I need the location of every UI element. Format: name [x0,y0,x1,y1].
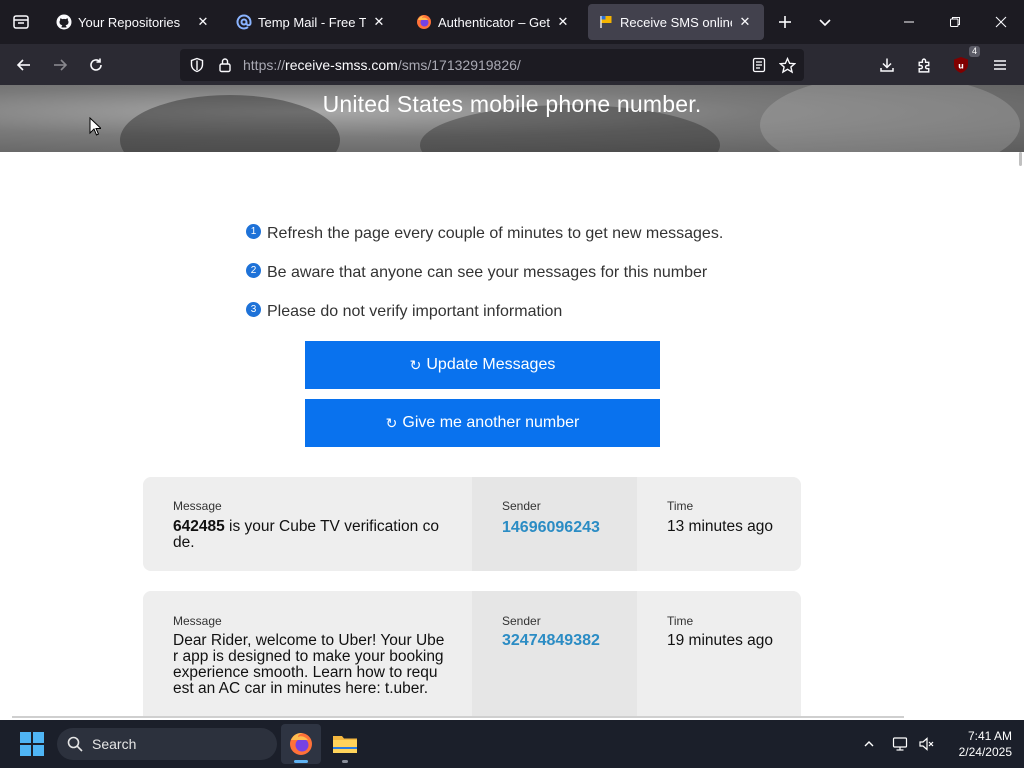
message-time: 19 minutes ago [667,632,773,649]
search-placeholder: Search [92,736,137,752]
time-label: Time [667,614,694,628]
close-tab-icon[interactable]: ✕ [370,13,388,31]
clock-date: 2/24/2025 [958,745,1012,759]
firefox-view-icon[interactable] [0,0,42,44]
refresh-icon: ↻ [385,414,398,431]
tab-title: Temp Mail - Free Temp [258,14,366,30]
refresh-icon: ↻ [409,356,422,373]
show-hidden-icons-chevron-icon[interactable] [857,732,881,756]
forward-icon[interactable] [45,50,75,80]
tab-strip: Your Repositories ✕ Temp Mail - Free Tem… [0,0,1024,44]
system-clock[interactable]: 7:41 AM 2/24/2025 [940,728,1012,760]
update-messages-button[interactable]: ↻ Update Messages [305,341,660,389]
reload-icon[interactable] [81,50,111,80]
new-tab-icon[interactable] [771,8,799,36]
message-body: Dear Rider, welcome to Uber! Your Uber a… [173,632,445,697]
svg-text:u: u [958,62,964,71]
sender-label: Sender [502,614,541,628]
button-label: Update Messages [426,356,556,373]
firefox-addons-icon [416,14,432,30]
github-icon [56,14,72,30]
horizontal-scrollbar[interactable] [12,716,904,718]
instruction-item: 2 Be aware that anyone can see your mess… [246,262,723,284]
number-badge: 2 [246,262,261,278]
ublock-origin-icon[interactable]: u 4 [946,46,980,80]
extensions-puzzle-icon[interactable] [909,50,939,80]
windows-start-icon[interactable] [20,732,44,756]
restore-icon[interactable] [932,0,978,44]
reader-view-icon[interactable] [750,56,768,74]
close-tab-icon[interactable]: ✕ [736,13,754,31]
number-badge: 3 [246,301,261,317]
tracking-protection-shield-icon[interactable] [188,56,206,74]
receive-sms-icon [598,14,614,30]
windows-taskbar: Search 7:41 AM 2/24/2025 [0,720,1024,768]
taskbar-search-box[interactable]: Search [57,728,277,760]
time-label: Time [667,499,694,513]
instructions-list: 1 Refresh the page every couple of minut… [246,223,723,340]
message-time: 13 minutes ago [667,518,773,535]
clock-time: 7:41 AM [967,729,1012,743]
taskbar-firefox-icon[interactable] [281,724,321,764]
sender-label: Sender [502,499,541,513]
instruction-item: 1 Refresh the page every couple of minut… [246,223,723,245]
search-icon [67,736,83,752]
sender-number-link[interactable]: 32474849382 [502,632,600,650]
sender-number-link[interactable]: 14696096243 [502,519,600,537]
number-badge: 1 [246,223,261,239]
message-row: Message Dear Rider, welcome to Uber! You… [143,591,801,718]
bookmark-star-icon[interactable] [778,56,796,74]
message-label: Message [173,499,222,513]
tab-title: Your Repositories [78,14,181,30]
close-tab-icon[interactable]: ✕ [194,13,212,31]
url-text[interactable]: https://receive-smss.com/sms/17132919826… [243,57,521,73]
temp-mail-icon [236,14,252,30]
hero-banner: United States mobile phone number. [0,85,1024,152]
page-title: United States mobile phone number. [322,91,702,117]
downloads-icon[interactable] [872,50,902,80]
another-number-button[interactable]: ↻ Give me another number [305,399,660,447]
instruction-item: 3 Please do not verify important informa… [246,301,723,323]
tab-receive-sms[interactable]: Receive SMS online | Te ✕ [588,4,764,40]
tab-authenticator[interactable]: Authenticator – Get this ✕ [406,4,582,40]
tab-title: Authenticator – Get this [438,14,550,30]
minimize-icon[interactable] [886,0,932,44]
message-row: Message 642485 is your Cube TV verificat… [143,477,801,571]
close-window-icon[interactable] [978,0,1024,44]
navigation-toolbar: https://receive-smss.com/sms/17132919826… [0,44,1024,85]
list-all-tabs-icon[interactable] [811,8,839,36]
extension-badge: 4 [968,46,980,57]
network-icon[interactable] [889,732,913,756]
back-icon[interactable] [9,50,39,80]
hamburger-menu-icon[interactable] [985,50,1015,80]
close-tab-icon[interactable]: ✕ [554,13,572,31]
button-label: Give me another number [402,414,580,431]
instruction-text: Refresh the page every couple of minutes… [267,225,724,242]
tab-title: Receive SMS online | Te [620,14,732,30]
vertical-scrollbar[interactable] [1019,152,1022,166]
volume-muted-icon[interactable] [915,732,939,756]
mouse-cursor-icon [89,117,101,136]
instruction-text: Be aware that anyone can see your messag… [267,264,708,281]
tab-temp-mail[interactable]: Temp Mail - Free Temp ✕ [226,4,398,40]
web-page: United States mobile phone number. 1 Ref… [0,85,1024,718]
url-bar[interactable]: https://receive-smss.com/sms/17132919826… [180,49,804,81]
lock-icon[interactable] [216,56,234,74]
instruction-text: Please do not verify important informati… [267,303,563,320]
message-body: 642485 is your Cube TV verification code… [173,518,439,551]
message-label: Message [173,614,222,628]
tab-your-repositories[interactable]: Your Repositories ✕ [46,4,222,40]
taskbar-file-explorer-icon[interactable] [325,724,365,764]
